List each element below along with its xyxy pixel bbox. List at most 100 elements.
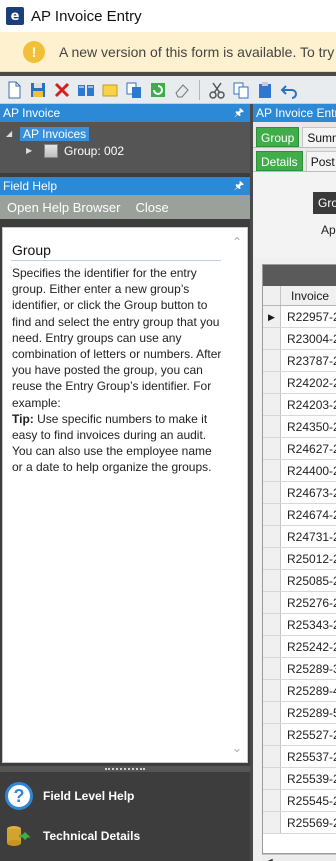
invoice-cell[interactable]: R25289-4 [281, 680, 336, 701]
row-selector[interactable] [263, 438, 281, 459]
row-selector[interactable] [263, 548, 281, 569]
table-row[interactable]: R24350-2 [263, 416, 336, 438]
table-row[interactable]: R25537-2 [263, 746, 336, 768]
save-icon[interactable] [28, 80, 48, 100]
copy-icon[interactable] [124, 80, 144, 100]
pane-splitter[interactable] [0, 766, 250, 772]
invoice-cell[interactable]: R24674-2 [281, 504, 336, 525]
scroll-up-icon[interactable]: ⌃ [231, 236, 243, 248]
collapse-arrow-icon[interactable]: ◢ [6, 129, 20, 138]
invoice-cell[interactable]: R25289-5 [281, 702, 336, 723]
table-row[interactable]: R25276-2 [263, 592, 336, 614]
invoice-cell[interactable]: R24203-2 [281, 394, 336, 415]
copy-pages-icon[interactable] [231, 80, 251, 100]
row-selector[interactable] [263, 350, 281, 371]
group-button[interactable]: Group [313, 192, 336, 214]
invoice-cell[interactable]: R24350-2 [281, 416, 336, 437]
invoice-cell[interactable]: R25527-2 [281, 724, 336, 745]
cut-icon[interactable] [207, 80, 227, 100]
row-selector[interactable] [263, 614, 281, 635]
pin-icon[interactable]: 🖈 [234, 104, 244, 123]
note-icon[interactable] [100, 80, 120, 100]
row-selector[interactable] [263, 482, 281, 503]
row-selector[interactable] [263, 768, 281, 789]
table-row[interactable]: R24673-2 [263, 482, 336, 504]
table-row[interactable]: R25545-2 [263, 790, 336, 812]
close-link[interactable]: Close [135, 200, 168, 215]
table-row[interactable]: R24731-2 [263, 526, 336, 548]
table-row[interactable]: R25289-4 [263, 680, 336, 702]
pin-icon[interactable]: 🖈 [234, 177, 244, 196]
tab-post[interactable]: Post [305, 151, 336, 171]
table-row[interactable]: R25343-2 [263, 614, 336, 636]
table-row[interactable]: R25012-2 [263, 548, 336, 570]
row-selector[interactable] [263, 394, 281, 415]
tree-child-label[interactable]: Group: 002 [64, 144, 124, 158]
open-help-browser-link[interactable]: Open Help Browser [7, 200, 120, 215]
invoice-cell[interactable]: R25242-2 [281, 636, 336, 657]
row-selector[interactable] [263, 790, 281, 811]
invoice-cell[interactable]: R25289-3 [281, 658, 336, 679]
invoice-cell[interactable]: R24627-2 [281, 438, 336, 459]
table-row[interactable]: R25242-2 [263, 636, 336, 658]
delete-icon[interactable] [52, 80, 72, 100]
scroll-down-icon[interactable]: ⌄ [231, 742, 243, 754]
tree-root-label[interactable]: AP Invoices [20, 126, 90, 141]
row-selector[interactable] [263, 746, 281, 767]
row-selector[interactable] [263, 636, 281, 657]
tree-root[interactable]: ◢ AP Invoices [6, 125, 250, 142]
row-selector[interactable] [263, 592, 281, 613]
invoice-cell[interactable]: R25569-2 [281, 812, 336, 833]
tab-group[interactable]: Group [256, 127, 300, 147]
table-row[interactable]: ▶ R22957-2 [263, 306, 336, 328]
eraser-icon[interactable] [172, 80, 192, 100]
row-selector[interactable] [263, 526, 281, 547]
invoice-cell[interactable]: R25085-2 [281, 570, 336, 591]
tree-child-group[interactable]: ▶ Group: 002 [6, 142, 250, 159]
expand-arrow-icon[interactable]: ▶ [26, 146, 40, 155]
table-row[interactable]: R24674-2 [263, 504, 336, 526]
update-banner[interactable]: ! A new version of this form is availabl… [0, 32, 336, 72]
row-selector[interactable] [263, 812, 281, 833]
row-selector[interactable] [263, 328, 281, 349]
table-row[interactable]: R25527-2 [263, 724, 336, 746]
current-row-indicator-icon[interactable]: ▶ [263, 306, 281, 327]
scroll-left-icon[interactable]: ◀ [265, 857, 273, 861]
invoice-column-header[interactable]: Invoice [281, 286, 329, 305]
table-row[interactable]: R25289-5 [263, 702, 336, 724]
table-row[interactable]: R25569-2 [263, 812, 336, 834]
horizontal-scrollbar[interactable]: ◀ [262, 854, 336, 861]
invoice-cell[interactable]: R25012-2 [281, 548, 336, 569]
row-selector[interactable] [263, 460, 281, 481]
open-book-icon[interactable] [76, 80, 96, 100]
undo-icon[interactable] [279, 80, 299, 100]
invoice-cell[interactable]: R22957-2 [281, 306, 336, 327]
invoice-cell[interactable]: R23787-2 [281, 350, 336, 371]
refresh-icon[interactable] [148, 80, 168, 100]
row-selector[interactable] [263, 680, 281, 701]
invoice-cell[interactable]: R23004-2 [281, 328, 336, 349]
table-row[interactable]: R24202-2 [263, 372, 336, 394]
row-selector[interactable] [263, 570, 281, 591]
invoice-cell[interactable]: R24202-2 [281, 372, 336, 393]
row-selector[interactable] [263, 416, 281, 437]
invoice-cell[interactable]: R25276-2 [281, 592, 336, 613]
technical-details-label[interactable]: Technical Details [43, 829, 140, 843]
row-selector[interactable] [263, 372, 281, 393]
row-selector[interactable] [263, 658, 281, 679]
table-row[interactable]: R25539-2 [263, 768, 336, 790]
invoice-cell[interactable]: R25537-2 [281, 746, 336, 767]
table-row[interactable]: R24627-2 [263, 438, 336, 460]
tab-details[interactable]: Details [256, 151, 303, 171]
table-row[interactable]: R25289-3 [263, 658, 336, 680]
invoice-cell[interactable]: R25343-2 [281, 614, 336, 635]
row-selector[interactable] [263, 504, 281, 525]
new-document-icon[interactable] [4, 80, 24, 100]
invoice-cell[interactable]: R25545-2 [281, 790, 336, 811]
technical-details-link[interactable]: Technical Details [0, 816, 250, 856]
table-row[interactable]: R23787-2 [263, 350, 336, 372]
invoice-cell[interactable]: R24400-2 [281, 460, 336, 481]
paste-icon[interactable] [255, 80, 275, 100]
row-selector[interactable] [263, 724, 281, 745]
invoice-cell[interactable]: R24673-2 [281, 482, 336, 503]
